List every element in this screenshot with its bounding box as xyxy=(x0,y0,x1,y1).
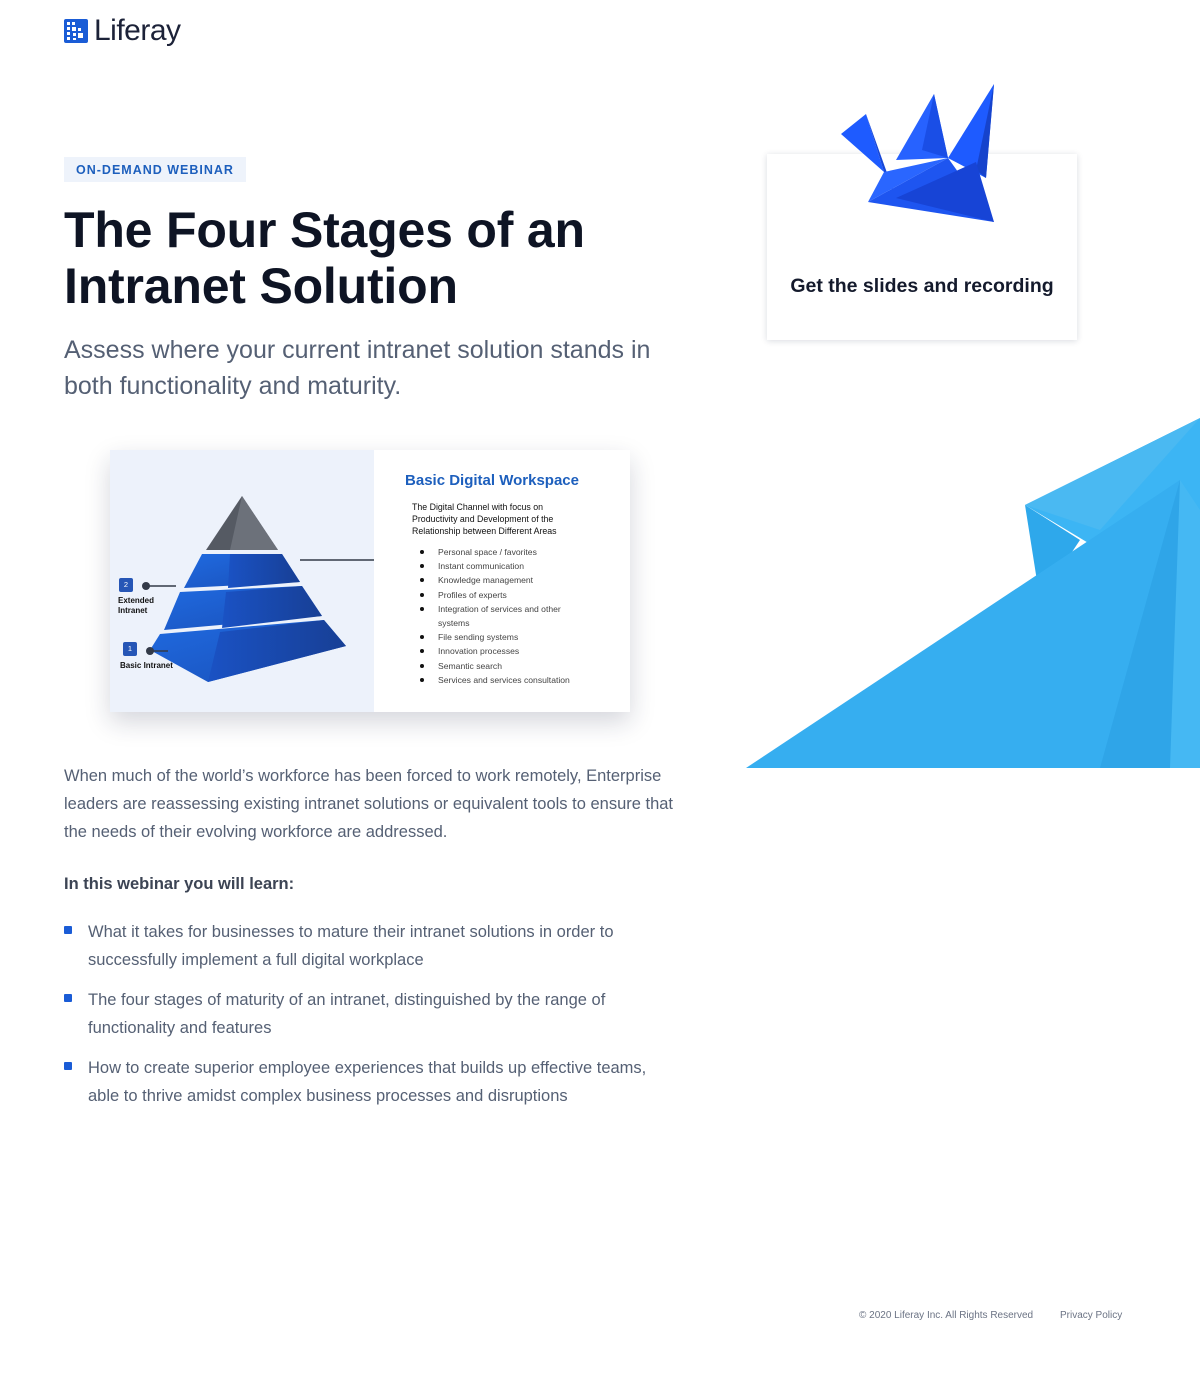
learn-item-text: How to create superior employee experien… xyxy=(88,1059,647,1105)
slide-feature-item: Services and services consultation xyxy=(412,673,612,687)
level-1-number: 1 xyxy=(123,642,137,656)
slide-preview: 2 Extended Intranet 1 Basic Intranet Bas… xyxy=(110,450,630,712)
slide-feature-item: Profiles of experts xyxy=(412,588,612,602)
slide-feature-item: Knowledge management xyxy=(412,573,612,587)
intro-paragraph: When much of the world’s workforce has b… xyxy=(64,767,674,841)
liferay-logo-text: Liferay xyxy=(94,14,181,47)
liferay-logo[interactable]: Liferay xyxy=(64,14,181,48)
page-subtitle: Assess where your current intranet solut… xyxy=(64,336,651,400)
get-slides-button[interactable]: Get the slides and recording xyxy=(767,275,1077,298)
slide-feature-item: Semantic search xyxy=(412,659,612,673)
learn-item: What it takes for businesses to mature t… xyxy=(64,918,654,974)
page-title-line-1: The Four Stages of an xyxy=(64,202,585,258)
level-2-number: 2 xyxy=(119,578,133,592)
origami-crane-icon xyxy=(841,84,994,222)
privacy-policy-link[interactable]: Privacy Policy xyxy=(1060,1310,1122,1321)
slide-heading: Basic Digital Workspace xyxy=(405,472,579,489)
learn-item: How to create superior employee experien… xyxy=(64,1054,654,1110)
slide-feature-item: Integration of services and other system… xyxy=(412,602,584,630)
page-title-line-2: Intranet Solution xyxy=(64,258,458,314)
learn-list: What it takes for businesses to mature t… xyxy=(64,918,654,1122)
learn-heading: In this webinar you will learn: xyxy=(64,875,295,893)
level-2-label: Extended Intranet xyxy=(118,596,155,615)
origami-crane-decoration xyxy=(746,418,1200,768)
pyramid-panel: 2 Extended Intranet 1 Basic Intranet xyxy=(110,450,392,712)
slide-feature-item: File sending systems xyxy=(412,630,612,644)
slide-feature-item: Innovation processes xyxy=(412,644,612,658)
learn-item: The four stages of maturity of an intran… xyxy=(64,986,654,1042)
liferay-logo-icon xyxy=(64,19,88,43)
learn-item-text: The four stages of maturity of an intran… xyxy=(88,991,606,1037)
footer-copyright: © 2020 Liferay Inc. All Rights Reserved xyxy=(859,1310,1034,1321)
bullet-icon xyxy=(64,926,72,934)
learn-item-text: What it takes for businesses to mature t… xyxy=(88,923,614,969)
webinar-badge: ON-DEMAND WEBINAR xyxy=(64,157,246,182)
level-1-label: Basic Intranet xyxy=(120,661,173,670)
slide-feature-item: Personal space / favorites xyxy=(412,545,612,559)
bullet-icon xyxy=(64,994,72,1002)
slide-description: The Digital Channel with focus on Produc… xyxy=(412,502,557,536)
bullet-icon xyxy=(64,1062,72,1070)
slide-content: Basic Digital Workspace The Digital Chan… xyxy=(374,450,630,712)
page-title: The Four Stages of an Intranet Solution xyxy=(64,202,704,314)
slide-feature-item: Instant communication xyxy=(412,559,612,573)
pyramid-graphic xyxy=(142,496,392,682)
slide-feature-list: Personal space / favorites Instant commu… xyxy=(412,545,630,687)
